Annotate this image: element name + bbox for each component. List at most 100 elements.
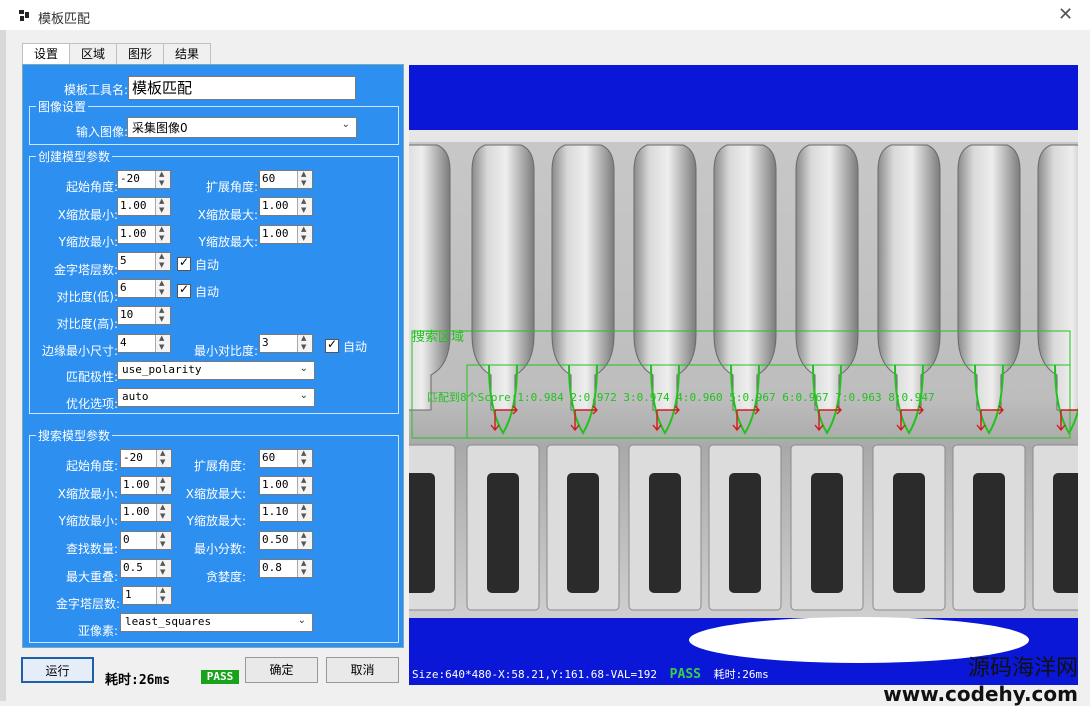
- cm-pyramid-auto-checkbox[interactable]: [177, 255, 191, 271]
- watermark-cn: 源码海洋网: [967, 656, 1078, 681]
- cm-contrast-high-spinner[interactable]: 10: [117, 306, 171, 325]
- cm-start-angle-value: -20: [120, 172, 140, 185]
- cm-y-scale-max-spinner[interactable]: 1.00: [259, 225, 313, 244]
- vial-label: [649, 473, 681, 593]
- sm-x-scale-min-value: 1.00: [123, 478, 150, 491]
- cm-x-scale-max-label: X缩放最大:: [197, 208, 258, 222]
- cm-x-scale-max-spinner[interactable]: 1.00: [259, 197, 313, 216]
- spinner-arrows-icon[interactable]: [297, 449, 312, 467]
- sm-num-matches-label: 查找数量:: [65, 542, 118, 556]
- spinner-arrows-icon[interactable]: [155, 225, 170, 243]
- cm-angle-extent-label: 扩展角度:: [205, 180, 258, 194]
- sm-x-scale-max-spinner[interactable]: 1.00: [259, 476, 313, 495]
- spinner-arrows-icon[interactable]: [297, 531, 312, 549]
- cm-min-contrast-label: 最小对比度:: [193, 344, 258, 358]
- tool-name-input[interactable]: 模板匹配: [128, 76, 356, 100]
- status-time: 耗时:26ms: [713, 668, 769, 681]
- spinner-arrows-icon[interactable]: [297, 334, 312, 352]
- image-viewer[interactable]: 搜索区域 匹配到8个Score:1:0.984 2:0.972 3:0.974 …: [409, 65, 1078, 685]
- spinner-arrows-icon[interactable]: [297, 225, 312, 243]
- status-pass: PASS: [669, 667, 701, 682]
- image-top-strip: [409, 130, 1078, 142]
- sm-greediness-value: 0.8: [262, 561, 282, 574]
- sm-angle-extent-spinner[interactable]: 60: [259, 449, 313, 468]
- sm-angle-extent-label: 扩展角度:: [193, 459, 246, 473]
- cm-angle-extent-value: 60: [262, 172, 276, 185]
- cm-optimization-select[interactable]: auto ⌄: [117, 388, 315, 407]
- cm-min-edge-spinner[interactable]: 4: [117, 334, 171, 353]
- sm-pyramid-label: 金字塔层数:: [55, 597, 120, 611]
- spinner-arrows-icon[interactable]: [155, 170, 170, 188]
- watermark: 源码海洋网 www.codehy.com: [883, 650, 1078, 706]
- match-score-text: 匹配到8个Score:1:0.984 2:0.972 3:0.974 4:0.9…: [427, 391, 935, 404]
- cm-optimization-value: auto: [122, 390, 149, 403]
- cm-min-contrast-auto-checkbox[interactable]: [325, 337, 339, 353]
- close-icon[interactable]: ✕: [1058, 4, 1073, 25]
- cancel-button[interactable]: 取消: [326, 657, 399, 683]
- tab-settings[interactable]: 设置: [22, 43, 70, 66]
- cm-contrast-low-auto-checkbox[interactable]: [177, 282, 191, 298]
- cm-min-contrast-value: 3: [262, 336, 269, 349]
- cm-min-contrast-spinner[interactable]: 3: [259, 334, 313, 353]
- vial-label: [487, 473, 519, 593]
- spinner-arrows-icon[interactable]: [155, 306, 170, 324]
- left-edge: [0, 0, 6, 701]
- cm-optimization-label: 优化选项:: [65, 397, 118, 411]
- run-button[interactable]: 运行: [21, 657, 94, 683]
- cm-polarity-label: 匹配极性:: [65, 370, 118, 384]
- title-bar: 模板匹配 ✕: [0, 0, 1090, 30]
- spinner-arrows-icon[interactable]: [297, 503, 312, 521]
- sm-greediness-label: 贪婪度:: [205, 570, 246, 584]
- spinner-arrows-icon[interactable]: [155, 334, 170, 352]
- vial-label: [893, 473, 925, 593]
- sm-x-scale-max-label: X缩放最大:: [185, 487, 246, 501]
- cm-x-scale-min-spinner[interactable]: 1.00: [117, 197, 171, 216]
- sm-subpixel-select[interactable]: least_squares ⌄: [120, 613, 313, 632]
- tool-name-label: 模板工具名:: [63, 83, 128, 97]
- cm-start-angle-spinner[interactable]: -20: [117, 170, 171, 189]
- pass-badge: PASS: [201, 670, 239, 684]
- sm-greediness-spinner[interactable]: 0.8: [259, 559, 313, 578]
- tab-graphics[interactable]: 图形: [116, 43, 164, 65]
- cm-pyramid-spinner[interactable]: 5: [117, 252, 171, 271]
- spinner-arrows-icon[interactable]: [155, 279, 170, 297]
- spinner-arrows-icon[interactable]: [156, 586, 171, 604]
- sm-pyramid-value: 1: [125, 588, 132, 601]
- sm-pyramid-spinner[interactable]: 1: [122, 586, 172, 605]
- chevron-down-icon: ⌄: [299, 390, 308, 401]
- cm-contrast-high-value: 10: [120, 308, 134, 321]
- sm-subpixel-label: 亚像素:: [77, 624, 118, 638]
- cm-x-scale-min-value: 1.00: [120, 199, 147, 212]
- spinner-arrows-icon[interactable]: [297, 559, 312, 577]
- cm-y-scale-min-spinner[interactable]: 1.00: [117, 225, 171, 244]
- sm-max-overlap-label: 最大重叠:: [65, 570, 118, 584]
- cm-polarity-select[interactable]: use_polarity ⌄: [117, 361, 315, 380]
- spinner-arrows-icon[interactable]: [297, 476, 312, 494]
- cm-contrast-low-auto-label: 自动: [195, 285, 220, 299]
- settings-panel: 模板工具名: 模板匹配 图像设置 输入图像: 采集图像0 ⌄ 创建模型参数 起始…: [22, 64, 404, 648]
- sm-x-scale-max-value: 1.00: [262, 478, 289, 491]
- spinner-arrows-icon[interactable]: [155, 197, 170, 215]
- cm-angle-extent-spinner[interactable]: 60: [259, 170, 313, 189]
- sm-y-scale-min-value: 1.00: [123, 505, 150, 518]
- spinner-arrows-icon[interactable]: [297, 170, 312, 188]
- input-image-value: 采集图像0: [132, 121, 188, 135]
- sm-min-score-spinner[interactable]: 0.50: [259, 531, 313, 550]
- cm-pyramid-auto-label: 自动: [195, 258, 220, 272]
- sm-y-scale-max-spinner[interactable]: 1.10: [259, 503, 313, 522]
- create-model-title: 创建模型参数: [36, 148, 113, 165]
- input-image-select[interactable]: 采集图像0 ⌄: [127, 117, 357, 138]
- tab-results[interactable]: 结果: [163, 43, 211, 65]
- spinner-arrows-icon[interactable]: [155, 252, 170, 270]
- vial-label: [1053, 473, 1078, 593]
- tab-region[interactable]: 区域: [69, 43, 117, 65]
- cm-y-scale-min-label: Y缩放最小:: [58, 235, 118, 249]
- sm-y-scale-min-label: Y缩放最小:: [58, 514, 118, 528]
- cm-min-contrast-auto-label: 自动: [343, 340, 368, 354]
- ok-button[interactable]: 确定: [245, 657, 318, 683]
- sm-min-score-label: 最小分数:: [193, 542, 246, 556]
- cm-contrast-low-spinner[interactable]: 6: [117, 279, 171, 298]
- spinner-arrows-icon[interactable]: [297, 197, 312, 215]
- image-settings-title: 图像设置: [36, 98, 89, 115]
- cm-min-edge-value: 4: [120, 336, 127, 349]
